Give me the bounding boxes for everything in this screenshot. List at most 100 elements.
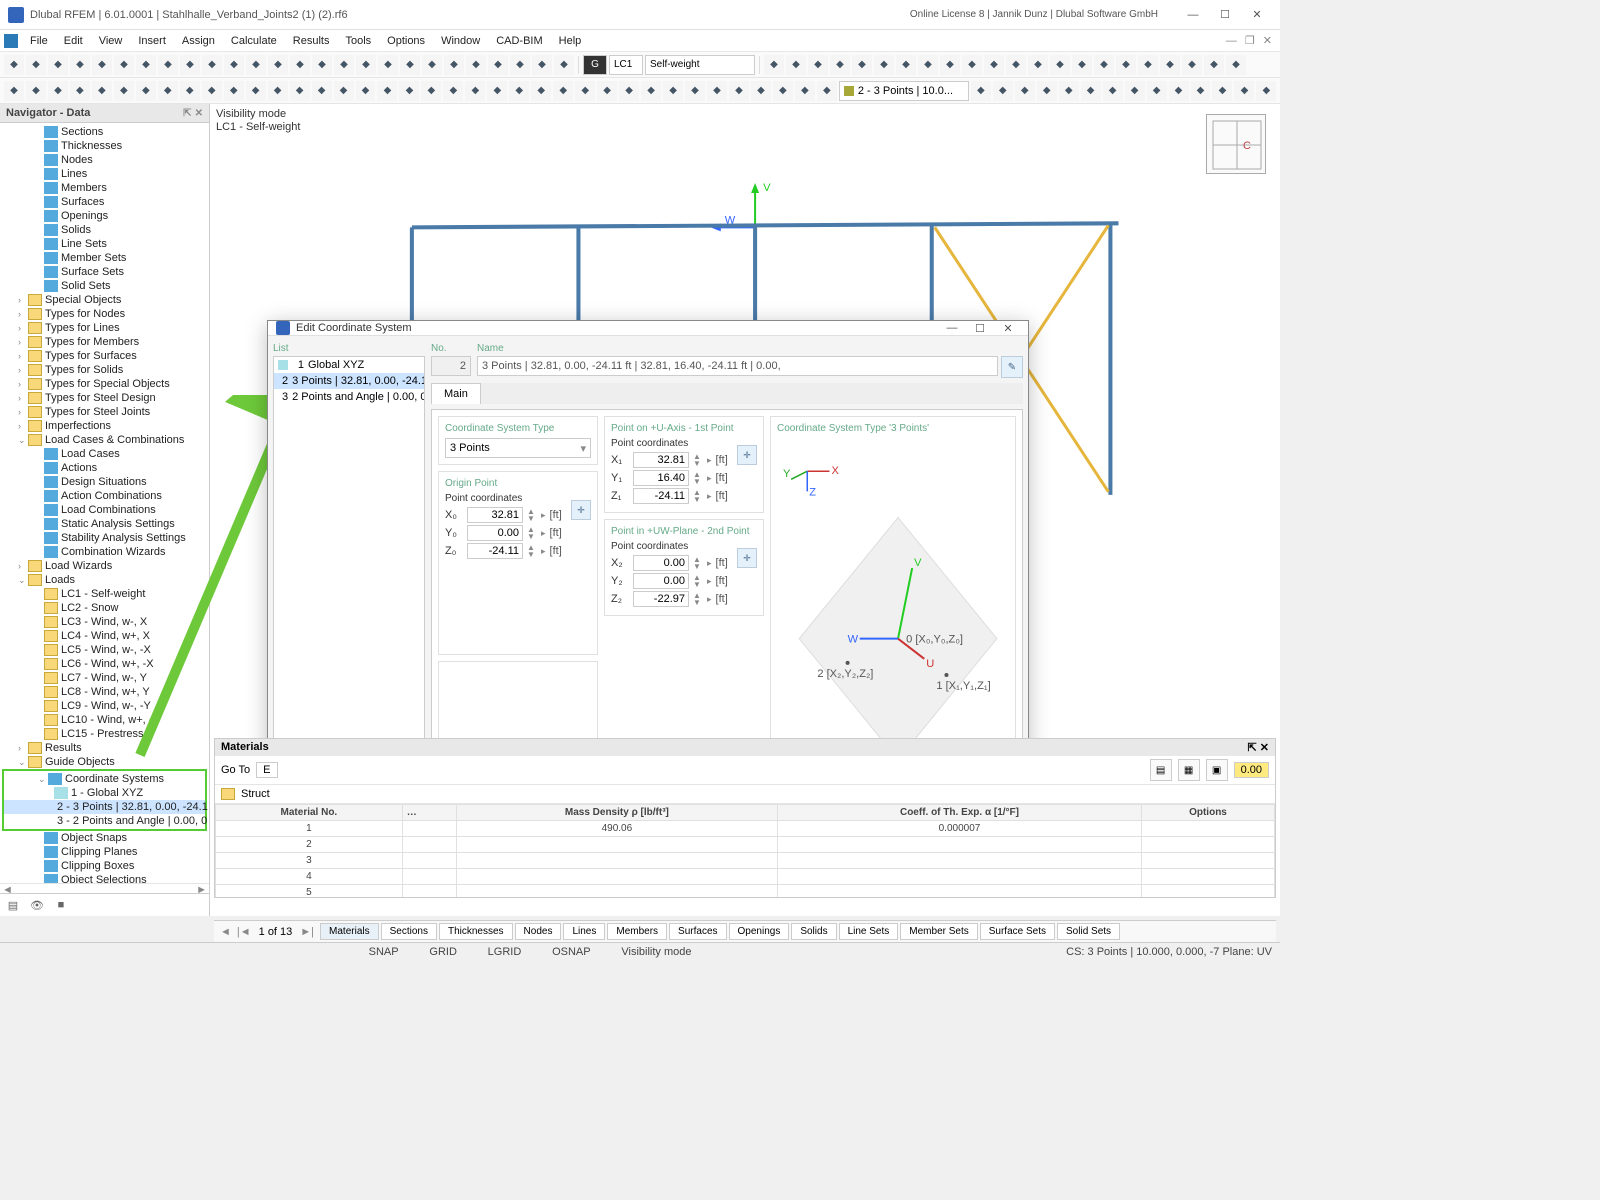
tb2b-5[interactable]: ◆ — [1081, 81, 1101, 101]
tb1b-21[interactable]: ◆ — [1226, 55, 1246, 75]
mdi-min-icon[interactable]: — — [1222, 35, 1241, 47]
tb2-17[interactable]: ◆ — [377, 81, 397, 101]
nav-folder[interactable]: ⌄Load Cases & Combinations — [0, 433, 209, 447]
tb1-20[interactable]: ◆ — [444, 55, 464, 75]
tb1-7[interactable]: ◆ — [158, 55, 178, 75]
tb1-15[interactable]: ◆ — [334, 55, 354, 75]
tb2-7[interactable]: ◆ — [158, 81, 178, 101]
nav-folder[interactable]: ›Results — [0, 741, 209, 755]
nav-loadcase[interactable]: LC9 - Wind, w-, -Y — [0, 699, 209, 713]
nav-item[interactable]: Stability Analysis Settings — [0, 531, 209, 545]
mat-btn-1[interactable]: ▤ — [1150, 759, 1172, 781]
nav-camera-icon[interactable]: ■ — [52, 897, 70, 913]
menu-options[interactable]: Options — [379, 33, 433, 49]
mat-close-icon[interactable]: ✕ — [1260, 742, 1269, 754]
coord-input-Y₀[interactable] — [467, 525, 523, 541]
nav-item[interactable]: Surface Sets — [0, 265, 209, 279]
tb1-11[interactable]: ◆ — [246, 55, 266, 75]
tb2-5[interactable]: ◆ — [114, 81, 134, 101]
cs-list-row[interactable]: 1Global XYZ — [274, 357, 424, 373]
spin-up-icon[interactable]: ▲▼ — [693, 453, 703, 467]
loadcase-tag[interactable]: G — [583, 55, 607, 75]
mat-units[interactable]: 0.00 — [1234, 762, 1269, 778]
menu-arrow-icon[interactable]: ▸ — [541, 510, 546, 521]
nav-folder[interactable]: ›Special Objects — [0, 293, 209, 307]
coord-input-X₁[interactable] — [633, 452, 689, 468]
name-field[interactable]: 3 Points | 32.81, 0.00, -24.11 ft | 32.8… — [477, 356, 998, 376]
nav-loadcase[interactable]: LC2 - Snow — [0, 601, 209, 615]
tb2b-1[interactable]: ◆ — [993, 81, 1013, 101]
tb1b-2[interactable]: ◆ — [808, 55, 828, 75]
tb1-19[interactable]: ◆ — [422, 55, 442, 75]
tb2-25[interactable]: ◆ — [553, 81, 573, 101]
nav-item[interactable]: Static Analysis Settings — [0, 517, 209, 531]
spin-up-icon[interactable]: ▲▼ — [693, 556, 703, 570]
tb1-9[interactable]: ◆ — [202, 55, 222, 75]
nav-loadcase[interactable]: LC7 - Wind, w-, Y — [0, 671, 209, 685]
tb2b-11[interactable]: ◆ — [1212, 81, 1232, 101]
tb1-17[interactable]: ◆ — [378, 55, 398, 75]
nav-item[interactable]: Combination Wizards — [0, 545, 209, 559]
view-cube[interactable]: C — [1206, 114, 1266, 174]
menu-view[interactable]: View — [91, 33, 131, 49]
tb2b-8[interactable]: ◆ — [1147, 81, 1167, 101]
menu-arrow-icon[interactable]: ▸ — [707, 594, 712, 605]
bottom-tab-member-sets[interactable]: Member Sets — [900, 923, 977, 940]
spin-up-icon[interactable]: ▲▼ — [527, 508, 537, 522]
maximize-button[interactable]: ☐ — [1210, 5, 1240, 25]
tb1b-3[interactable]: ◆ — [830, 55, 850, 75]
tb2-23[interactable]: ◆ — [509, 81, 529, 101]
tb2-31[interactable]: ◆ — [685, 81, 705, 101]
coord-input-Y₁[interactable] — [633, 470, 689, 486]
tb1b-15[interactable]: ◆ — [1094, 55, 1114, 75]
tb2-28[interactable]: ◆ — [619, 81, 639, 101]
menu-calculate[interactable]: Calculate — [223, 33, 285, 49]
tb2b-6[interactable]: ◆ — [1103, 81, 1123, 101]
tb2b-12[interactable]: ◆ — [1234, 81, 1254, 101]
material-row[interactable]: 2 — [216, 837, 1275, 853]
tb1b-18[interactable]: ◆ — [1160, 55, 1180, 75]
menu-arrow-icon[interactable]: ▸ — [707, 558, 712, 569]
tb2-20[interactable]: ◆ — [443, 81, 463, 101]
tb1-0[interactable]: ◆ — [4, 55, 24, 75]
hscroll-left-icon[interactable]: ◄ — [2, 884, 13, 893]
status-toggle[interactable]: SNAP — [369, 946, 399, 958]
tb2-18[interactable]: ◆ — [399, 81, 419, 101]
pick-origin-button[interactable]: ✛ — [571, 500, 591, 520]
nav-item[interactable]: Solid Sets — [0, 279, 209, 293]
tb2-0[interactable]: ◆ — [4, 81, 24, 101]
tb2-6[interactable]: ◆ — [136, 81, 156, 101]
tb2-16[interactable]: ◆ — [356, 81, 376, 101]
material-row[interactable]: 3 — [216, 853, 1275, 869]
tb2-21[interactable]: ◆ — [465, 81, 485, 101]
tb2-33[interactable]: ◆ — [729, 81, 749, 101]
loadcase-code[interactable]: LC1 — [609, 55, 643, 75]
tb1b-10[interactable]: ◆ — [984, 55, 1004, 75]
nav-item[interactable]: Load Cases — [0, 447, 209, 461]
pick-p2-button[interactable]: ✛ — [737, 548, 757, 568]
nav-folder[interactable]: ⌄Loads — [0, 573, 209, 587]
app-menu-icon[interactable] — [4, 34, 18, 48]
nav-cs-item[interactable]: 2 - 3 Points | 32.81, 0.00, -24.1 — [4, 800, 205, 814]
nav-close-icon[interactable]: ✕ — [195, 108, 203, 119]
menu-arrow-icon[interactable]: ▸ — [707, 455, 712, 466]
tb1-22[interactable]: ◆ — [488, 55, 508, 75]
mat-btn-2[interactable]: ▦ — [1178, 759, 1200, 781]
nav-folder[interactable]: ⌄Guide Objects — [0, 755, 209, 769]
nav-item[interactable]: Thicknesses — [0, 139, 209, 153]
nav-folder[interactable]: ›Types for Lines — [0, 321, 209, 335]
bottom-tab-surfaces[interactable]: Surfaces — [669, 923, 726, 940]
tb2-12[interactable]: ◆ — [268, 81, 288, 101]
tb1-25[interactable]: ◆ — [554, 55, 574, 75]
mat-pin-icon[interactable]: ⇱ — [1248, 742, 1257, 754]
tb1-4[interactable]: ◆ — [92, 55, 112, 75]
nav-folder[interactable]: ›Types for Steel Design — [0, 391, 209, 405]
spin-up-icon[interactable]: ▲▼ — [693, 471, 703, 485]
tb1b-19[interactable]: ◆ — [1182, 55, 1202, 75]
menu-help[interactable]: Help — [551, 33, 590, 49]
tb1b-13[interactable]: ◆ — [1050, 55, 1070, 75]
cs-list-row[interactable]: 32 Points and Angle | 0.00, 0.00, — [274, 389, 424, 405]
tb1b-16[interactable]: ◆ — [1116, 55, 1136, 75]
tb2b-4[interactable]: ◆ — [1059, 81, 1079, 101]
nav-item[interactable]: Members — [0, 181, 209, 195]
